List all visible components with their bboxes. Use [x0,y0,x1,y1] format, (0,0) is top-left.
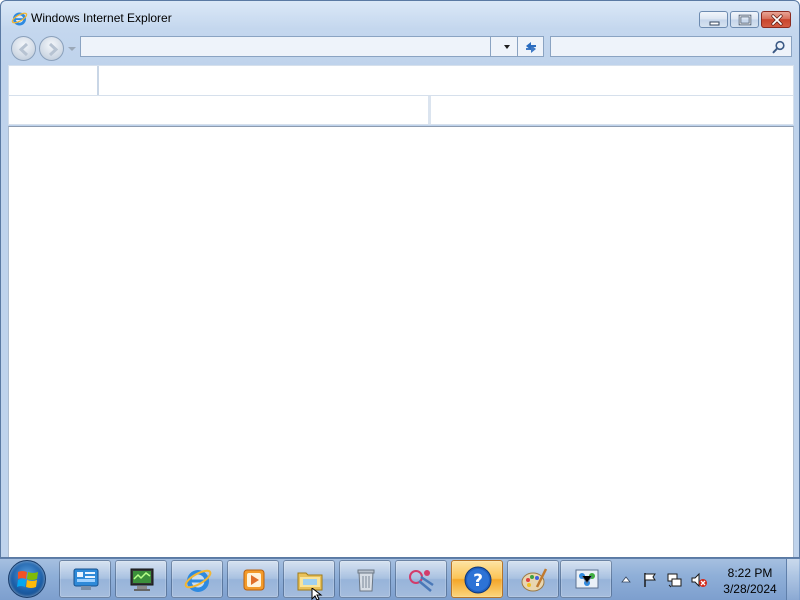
computer-management-icon [130,568,154,591]
forward-button[interactable] [39,36,64,61]
recent-pages-dropdown-icon[interactable] [67,44,77,54]
show-desktop-button[interactable] [786,559,799,600]
address-input[interactable] [81,37,490,56]
close-icon [771,14,783,26]
minimize-button[interactable] [699,11,728,28]
system-clock[interactable]: 8:22 PM 3/28/2024 [716,565,784,597]
refresh-icon [526,42,536,53]
show-hidden-icons-icon[interactable] [621,575,631,583]
back-arrow-icon [18,42,29,57]
chevron-down-icon [504,45,510,49]
caption-buttons [699,11,791,29]
browser-tab[interactable] [9,66,99,95]
clock-time: 8:22 PM [727,566,773,580]
scissors-icon [409,570,434,592]
network-status-icon[interactable] [666,571,684,589]
search-box[interactable] [550,36,792,57]
title-bar[interactable]: Windows Internet Explorer [1,1,799,33]
maximize-icon [738,14,752,26]
page-content-area[interactable] [8,126,794,557]
back-button[interactable] [11,36,36,61]
command-bar [8,95,794,125]
address-bar[interactable] [80,36,490,57]
paint-palette-icon [521,568,548,592]
search-icon[interactable] [772,40,786,54]
address-dropdown-button[interactable] [490,36,518,57]
forward-arrow-icon [48,42,59,57]
help-icon: ? [464,566,492,594]
network-icon [575,569,599,589]
taskbar-button-media-player[interactable] [227,560,279,598]
clock-date: 3/28/2024 [723,582,777,596]
tab-row [9,96,431,124]
refresh-button[interactable] [518,36,544,57]
taskbar-button-windows-explorer[interactable] [283,560,335,598]
start-button[interactable] [8,560,46,598]
close-button[interactable] [761,11,791,28]
search-input[interactable] [551,37,771,56]
navigation-bar [1,33,799,63]
windows-logo-icon [17,571,38,588]
minimize-icon [709,21,720,26]
volume-muted-icon[interactable] [690,571,708,589]
taskbar-button-paint[interactable] [507,560,559,598]
favorites-bar [8,65,794,95]
action-center-flag-icon[interactable] [641,571,659,589]
command-toolbar [434,96,793,124]
taskbar-button-internet-explorer[interactable] [171,560,223,598]
taskbar-button-recycle[interactable] [339,560,391,598]
taskbar-button-control-panel[interactable] [59,560,111,598]
taskbar-button-network[interactable] [560,560,612,598]
mouse-cursor-icon [311,588,323,600]
taskbar-button-snipping-tool[interactable] [395,560,447,598]
ie-window: Windows Internet Explorer [0,0,800,558]
svg-text:?: ? [473,571,483,591]
ie-icon [11,12,28,26]
media-player-icon [243,569,265,591]
ie-icon [184,569,212,592]
control-panel-icon [73,568,99,590]
window-title: Windows Internet Explorer [31,11,172,25]
maximize-button[interactable] [730,11,759,28]
recycle-icon [357,569,375,592]
taskbar-button-help[interactable]: ? [451,560,503,598]
taskbar-button-computer-management[interactable] [115,560,167,598]
